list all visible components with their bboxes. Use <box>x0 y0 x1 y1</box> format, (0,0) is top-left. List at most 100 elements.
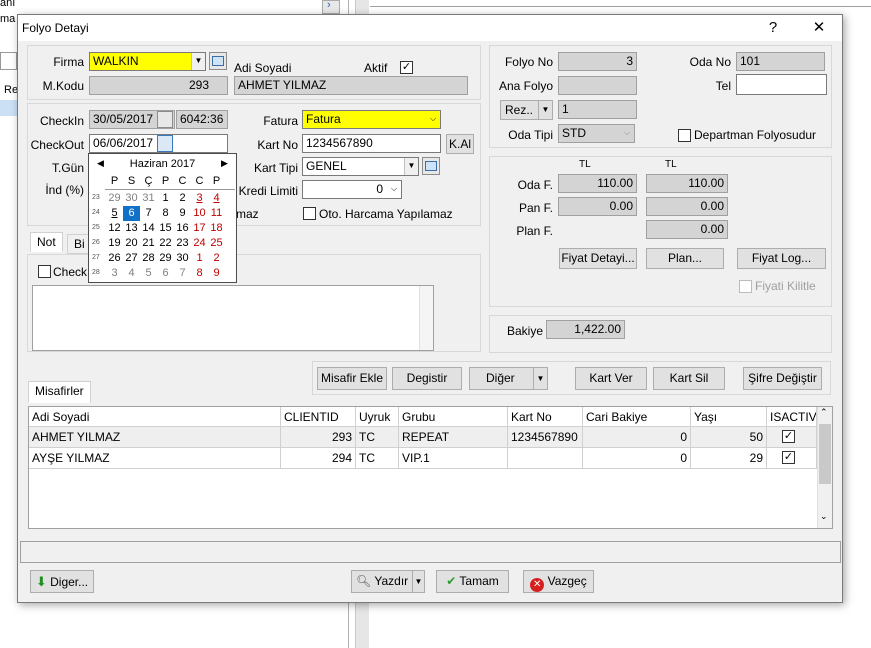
table-cell[interactable]: VIP.1 <box>399 448 508 469</box>
aktif-checkbox[interactable]: ✓ <box>400 61 413 74</box>
chevron-down-icon[interactable]: ▼ <box>404 158 418 175</box>
notes-textarea[interactable] <box>32 285 434 351</box>
calendar-day[interactable]: 8 <box>157 206 174 221</box>
column-header[interactable]: CLIENTID <box>281 407 356 427</box>
calendar-day[interactable]: 3 <box>191 191 208 206</box>
diger-button[interactable]: ⬇ Diger... <box>30 570 94 593</box>
calendar-day[interactable]: 19 <box>106 236 123 251</box>
fiyat-log-button[interactable]: Fiyat Log... <box>737 248 826 269</box>
calendar-day[interactable]: 9 <box>174 206 191 221</box>
yazdir-button[interactable]: 🔍︎ Yazdır ▼ <box>351 570 425 593</box>
calendar-day[interactable]: 20 <box>123 236 140 251</box>
oto-harcama-checkbox[interactable] <box>303 207 316 220</box>
table-cell[interactable] <box>508 448 583 469</box>
calendar-day[interactable]: 26 <box>106 251 123 266</box>
calendar-day[interactable]: 2 <box>174 191 191 206</box>
vazgec-button[interactable]: ✕ Vazgeç <box>523 570 594 593</box>
column-header[interactable]: Cari Bakiye <box>583 407 691 427</box>
calendar-day[interactable]: 14 <box>140 221 157 236</box>
misafir-ekle-button[interactable]: Misafir Ekle <box>317 367 387 390</box>
calendar-day[interactable]: 12 <box>106 221 123 236</box>
calendar-day[interactable]: 5 <box>106 206 123 221</box>
calendar-day[interactable]: 5 <box>140 266 157 281</box>
diger-menu-button[interactable]: Diğer ▼ <box>469 367 548 390</box>
calendar-day[interactable]: 3 <box>106 266 123 281</box>
chevron-down-icon[interactable]: ▼ <box>191 53 205 70</box>
fiyati-kilitle-checkbox[interactable] <box>739 280 752 293</box>
rez-button[interactable]: Rez.. ▼ <box>500 100 553 120</box>
calendar-day[interactable]: 31 <box>140 191 157 206</box>
kart-ver-button[interactable]: Kart Ver <box>575 367 647 390</box>
calendar-day[interactable]: 2 <box>208 251 225 266</box>
calendar-day[interactable]: 7 <box>174 266 191 281</box>
calendar-day[interactable]: 30 <box>174 251 191 266</box>
calendar-day[interactable]: 7 <box>140 206 157 221</box>
scrollbar-thumb[interactable] <box>819 424 831 484</box>
column-header[interactable]: Yaşı <box>691 407 767 427</box>
calendar-day[interactable]: 25 <box>208 236 225 251</box>
calendar-day[interactable]: 4 <box>208 191 225 206</box>
calendar-day[interactable]: 1 <box>157 191 174 206</box>
calendar-day[interactable]: 24 <box>191 236 208 251</box>
calendar-day[interactable]: 9 <box>208 266 225 281</box>
column-header[interactable]: ISACTIVE <box>767 407 817 427</box>
table-scrollbar[interactable]: ⌃ ⌄ <box>817 407 832 528</box>
tab-not[interactable]: Not <box>30 232 63 252</box>
chevron-down-icon[interactable]: ⌵ <box>426 111 440 128</box>
kartno-field[interactable]: 1234567890 <box>302 134 441 153</box>
table-cell[interactable]: 50 <box>691 427 767 448</box>
oda-tipi-combo[interactable]: STD ⌵ <box>558 124 635 143</box>
fatura-combo[interactable]: Fatura ⌵ <box>302 110 441 129</box>
sifre-degistir-button[interactable]: Şifre Değiştir <box>743 367 822 390</box>
column-header[interactable]: Uyruk <box>356 407 399 427</box>
calendar-day[interactable]: 4 <box>123 266 140 281</box>
plan-button[interactable]: Plan... <box>646 248 724 269</box>
calendar-day[interactable]: 30 <box>123 191 140 206</box>
table-cell[interactable]: 294 <box>281 448 356 469</box>
firma-search-button[interactable] <box>209 52 227 70</box>
karttipi-search-button[interactable] <box>422 157 440 175</box>
calendar-day[interactable]: 22 <box>157 236 174 251</box>
kart-al-button[interactable]: K.Al <box>446 134 474 154</box>
departman-checkbox[interactable] <box>678 129 691 142</box>
chevron-down-icon[interactable]: ▼ <box>538 101 552 119</box>
tab-misafirler[interactable]: Misafirler <box>28 381 91 403</box>
column-header[interactable]: Grubu <box>399 407 508 427</box>
table-cell[interactable]: 293 <box>281 427 356 448</box>
calendar-day[interactable]: 8 <box>191 266 208 281</box>
table-cell[interactable]: ✓ <box>767 448 817 469</box>
calendar-day[interactable]: 6 <box>123 206 140 221</box>
calendar-day[interactable]: 18 <box>208 221 225 236</box>
table-cell[interactable]: 29 <box>691 448 767 469</box>
chevron-down-icon[interactable]: ⌵ <box>387 181 401 198</box>
calendar-day[interactable]: 13 <box>123 221 140 236</box>
calendar-day[interactable]: 17 <box>191 221 208 236</box>
karttipi-combo[interactable]: GENEL ▼ <box>302 157 419 176</box>
help-button[interactable]: ? <box>758 17 788 39</box>
calendar-day[interactable]: 27 <box>123 251 140 266</box>
isactive-checkbox[interactable]: ✓ <box>782 430 795 443</box>
calendar-day[interactable]: 29 <box>106 191 123 206</box>
check-checkbox[interactable] <box>38 265 51 278</box>
calendar-day[interactable]: 11 <box>208 206 225 221</box>
calendar-day[interactable]: 29 <box>157 251 174 266</box>
chevron-down-icon[interactable]: ▼ <box>533 368 547 389</box>
tel-field[interactable] <box>736 74 827 95</box>
table-cell[interactable]: 1234567890 <box>508 427 583 448</box>
table-cell[interactable]: AHMET YILMAZ <box>29 427 281 448</box>
notes-scrollbar[interactable] <box>419 286 433 350</box>
chevron-down-icon[interactable]: ⌵ <box>620 125 634 142</box>
calendar-day[interactable]: 6 <box>157 266 174 281</box>
isactive-checkbox[interactable]: ✓ <box>782 451 795 464</box>
tamam-button[interactable]: ✔ Tamam <box>436 570 509 593</box>
table-cell[interactable]: REPEAT <box>399 427 508 448</box>
firma-combo[interactable]: WALKIN ▼ <box>89 52 206 71</box>
degistir-button[interactable]: Degistir <box>392 367 462 390</box>
table-cell[interactable]: AYŞE YILMAZ <box>29 448 281 469</box>
column-header[interactable]: Kart No <box>508 407 583 427</box>
calendar-day[interactable]: 1 <box>191 251 208 266</box>
calendar-day[interactable]: 28 <box>140 251 157 266</box>
table-cell[interactable]: TC <box>356 448 399 469</box>
calendar-icon[interactable] <box>157 135 173 152</box>
calendar-day[interactable]: 15 <box>157 221 174 236</box>
